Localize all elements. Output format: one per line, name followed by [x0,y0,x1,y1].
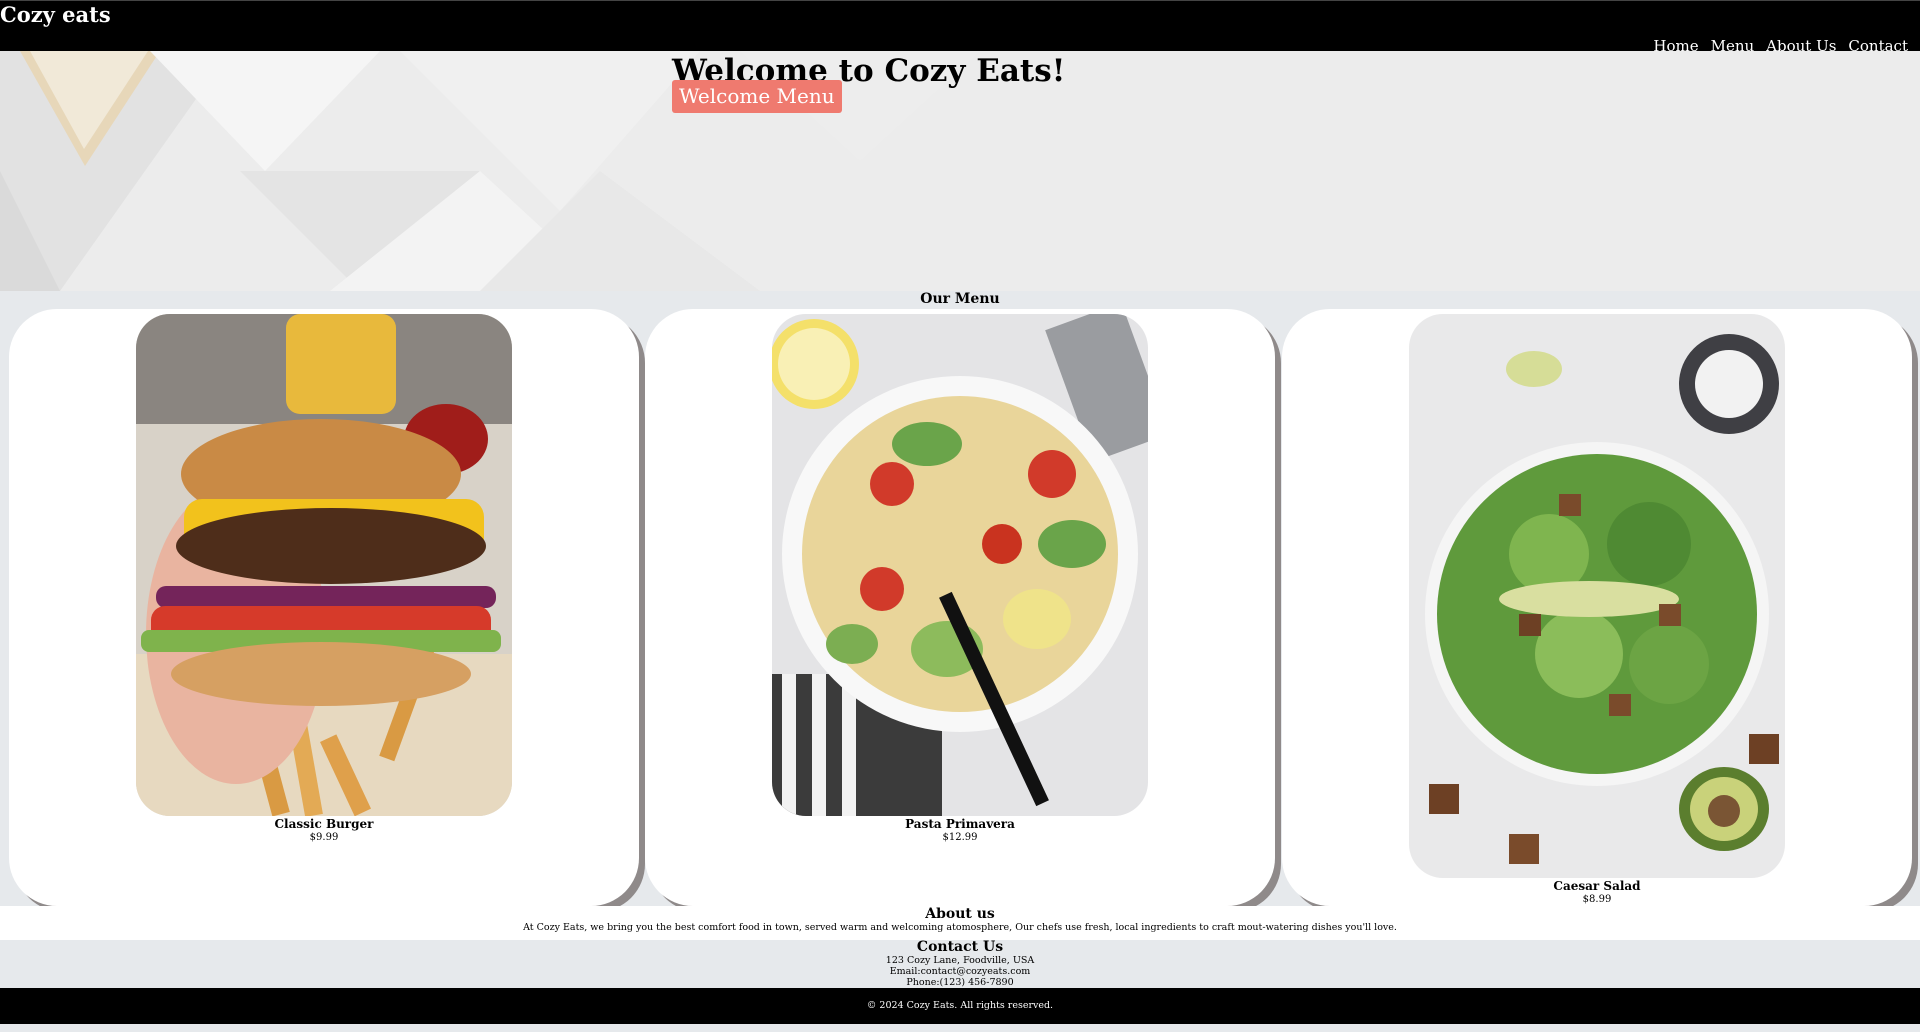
menu-item-price: $12.99 [942,832,978,843]
menu-item-price: $9.99 [309,832,339,843]
copyright-text: © 2024 Cozy Eats. All rights reserved. [866,1000,1054,1011]
menu-item-name: Caesar Salad [1553,879,1641,893]
classic-burger-image [136,314,512,816]
welcome-menu-button[interactable]: Welcome Menu [672,80,842,113]
pasta-primavera-image [772,314,1148,816]
page-bottom-strip [0,1024,1920,1032]
about-title: About us [925,906,995,922]
contact-title: Contact Us [916,939,1004,955]
contact-email: Email:contact@cozyeats.com [889,966,1031,977]
contact-address: 123 Cozy Lane, Foodville, USA [885,955,1035,966]
about-section: About us At Cozy Eats, we bring you the … [0,906,1920,940]
page-footer: © 2024 Cozy Eats. All rights reserved. [0,988,1920,1024]
brand-logo[interactable]: Cozy eats [0,2,111,27]
menu-item-name: Pasta Primavera [905,817,1015,831]
contact-section: Contact Us 123 Cozy Lane, Foodville, USA… [0,940,1920,988]
top-navbar: Cozy eats Home Menu About Us Contact [0,0,1920,55]
menu-item-name: Classic Burger [274,817,374,831]
menu-item-price: $8.99 [1582,894,1612,905]
caesar-salad-image [1409,314,1785,878]
about-text: At Cozy Eats, we bring you the best comf… [523,922,1397,933]
contact-phone: Phone:(123) 456-7890 [906,977,1014,988]
menu-section-title: Our Menu [920,291,1000,307]
menu-card-classic-burger[interactable]: Classic Burger $9.99 [9,309,639,906]
menu-card-pasta-primavera[interactable]: Pasta Primavera $12.99 [645,309,1275,906]
menu-card-caesar-salad[interactable]: Caesar Salad $8.99 [1282,309,1912,906]
hero-section: Welcome to Cozy Eats! Welcome Menu [0,51,1920,291]
